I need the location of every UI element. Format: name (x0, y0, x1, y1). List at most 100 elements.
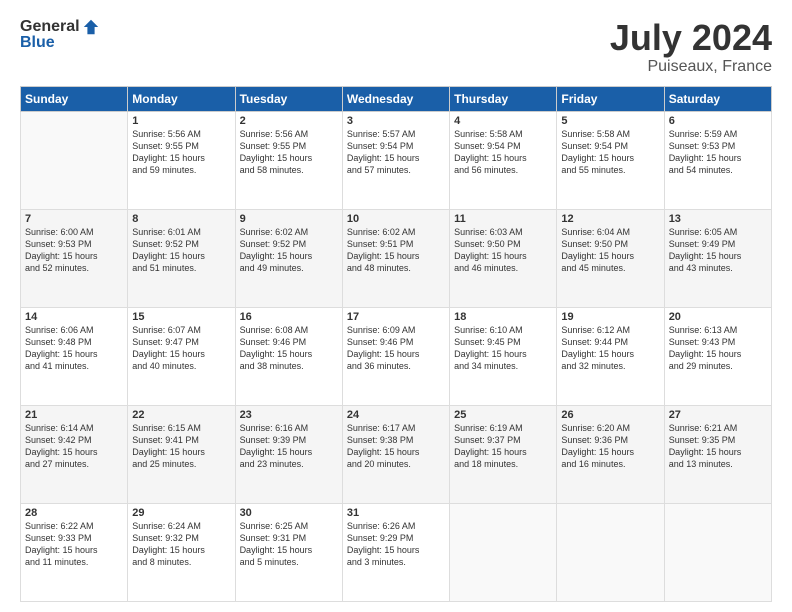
calendar-day-header: Sunday (21, 86, 128, 111)
day-number: 10 (347, 213, 445, 225)
calendar-cell: 6Sunrise: 5:59 AM Sunset: 9:53 PM Daylig… (664, 111, 771, 209)
day-info: Sunrise: 6:21 AM Sunset: 9:35 PM Dayligh… (669, 422, 767, 471)
day-info: Sunrise: 5:58 AM Sunset: 9:54 PM Dayligh… (561, 128, 659, 177)
day-number: 1 (132, 115, 230, 127)
calendar-cell: 3Sunrise: 5:57 AM Sunset: 9:54 PM Daylig… (342, 111, 449, 209)
day-info: Sunrise: 6:09 AM Sunset: 9:46 PM Dayligh… (347, 324, 445, 373)
day-number: 9 (240, 213, 338, 225)
day-number: 12 (561, 213, 659, 225)
calendar-cell: 26Sunrise: 6:20 AM Sunset: 9:36 PM Dayli… (557, 405, 664, 503)
calendar-day-header: Monday (128, 86, 235, 111)
calendar-cell: 20Sunrise: 6:13 AM Sunset: 9:43 PM Dayli… (664, 307, 771, 405)
day-number: 27 (669, 409, 767, 421)
calendar-cell: 21Sunrise: 6:14 AM Sunset: 9:42 PM Dayli… (21, 405, 128, 503)
calendar-cell: 16Sunrise: 6:08 AM Sunset: 9:46 PM Dayli… (235, 307, 342, 405)
day-info: Sunrise: 6:13 AM Sunset: 9:43 PM Dayligh… (669, 324, 767, 373)
day-number: 30 (240, 507, 338, 519)
calendar-cell (664, 503, 771, 601)
calendar-cell: 2Sunrise: 5:56 AM Sunset: 9:55 PM Daylig… (235, 111, 342, 209)
calendar-cell: 23Sunrise: 6:16 AM Sunset: 9:39 PM Dayli… (235, 405, 342, 503)
day-info: Sunrise: 6:03 AM Sunset: 9:50 PM Dayligh… (454, 226, 552, 275)
calendar-cell: 13Sunrise: 6:05 AM Sunset: 9:49 PM Dayli… (664, 209, 771, 307)
calendar-week-row: 28Sunrise: 6:22 AM Sunset: 9:33 PM Dayli… (21, 503, 772, 601)
calendar-table: SundayMondayTuesdayWednesdayThursdayFrid… (20, 86, 772, 602)
day-info: Sunrise: 6:06 AM Sunset: 9:48 PM Dayligh… (25, 324, 123, 373)
calendar-week-row: 21Sunrise: 6:14 AM Sunset: 9:42 PM Dayli… (21, 405, 772, 503)
day-number: 20 (669, 311, 767, 323)
calendar-cell: 22Sunrise: 6:15 AM Sunset: 9:41 PM Dayli… (128, 405, 235, 503)
calendar-cell (450, 503, 557, 601)
day-info: Sunrise: 5:59 AM Sunset: 9:53 PM Dayligh… (669, 128, 767, 177)
day-info: Sunrise: 6:15 AM Sunset: 9:41 PM Dayligh… (132, 422, 230, 471)
calendar-cell: 31Sunrise: 6:26 AM Sunset: 9:29 PM Dayli… (342, 503, 449, 601)
calendar-cell: 24Sunrise: 6:17 AM Sunset: 9:38 PM Dayli… (342, 405, 449, 503)
calendar-cell: 25Sunrise: 6:19 AM Sunset: 9:37 PM Dayli… (450, 405, 557, 503)
day-number: 17 (347, 311, 445, 323)
calendar-cell: 12Sunrise: 6:04 AM Sunset: 9:50 PM Dayli… (557, 209, 664, 307)
day-info: Sunrise: 6:01 AM Sunset: 9:52 PM Dayligh… (132, 226, 230, 275)
day-number: 31 (347, 507, 445, 519)
day-info: Sunrise: 6:00 AM Sunset: 9:53 PM Dayligh… (25, 226, 123, 275)
calendar-cell: 8Sunrise: 6:01 AM Sunset: 9:52 PM Daylig… (128, 209, 235, 307)
day-info: Sunrise: 5:56 AM Sunset: 9:55 PM Dayligh… (132, 128, 230, 177)
day-number: 8 (132, 213, 230, 225)
day-number: 22 (132, 409, 230, 421)
day-info: Sunrise: 6:25 AM Sunset: 9:31 PM Dayligh… (240, 520, 338, 569)
day-number: 29 (132, 507, 230, 519)
day-info: Sunrise: 5:57 AM Sunset: 9:54 PM Dayligh… (347, 128, 445, 177)
calendar-cell: 9Sunrise: 6:02 AM Sunset: 9:52 PM Daylig… (235, 209, 342, 307)
calendar-cell: 5Sunrise: 5:58 AM Sunset: 9:54 PM Daylig… (557, 111, 664, 209)
calendar-day-header: Tuesday (235, 86, 342, 111)
day-number: 14 (25, 311, 123, 323)
main-title: July 2024 (610, 18, 772, 58)
calendar-cell: 11Sunrise: 6:03 AM Sunset: 9:50 PM Dayli… (450, 209, 557, 307)
day-number: 15 (132, 311, 230, 323)
calendar-day-header: Thursday (450, 86, 557, 111)
day-info: Sunrise: 6:24 AM Sunset: 9:32 PM Dayligh… (132, 520, 230, 569)
day-info: Sunrise: 5:58 AM Sunset: 9:54 PM Dayligh… (454, 128, 552, 177)
day-info: Sunrise: 6:10 AM Sunset: 9:45 PM Dayligh… (454, 324, 552, 373)
calendar-week-row: 14Sunrise: 6:06 AM Sunset: 9:48 PM Dayli… (21, 307, 772, 405)
day-number: 25 (454, 409, 552, 421)
day-info: Sunrise: 6:22 AM Sunset: 9:33 PM Dayligh… (25, 520, 123, 569)
day-info: Sunrise: 6:02 AM Sunset: 9:52 PM Dayligh… (240, 226, 338, 275)
calendar-day-header: Friday (557, 86, 664, 111)
calendar-cell: 28Sunrise: 6:22 AM Sunset: 9:33 PM Dayli… (21, 503, 128, 601)
day-number: 3 (347, 115, 445, 127)
calendar-cell: 14Sunrise: 6:06 AM Sunset: 9:48 PM Dayli… (21, 307, 128, 405)
day-info: Sunrise: 6:04 AM Sunset: 9:50 PM Dayligh… (561, 226, 659, 275)
day-info: Sunrise: 6:02 AM Sunset: 9:51 PM Dayligh… (347, 226, 445, 275)
day-number: 16 (240, 311, 338, 323)
day-number: 2 (240, 115, 338, 127)
subtitle: Puiseaux, France (610, 58, 772, 76)
calendar-cell: 4Sunrise: 5:58 AM Sunset: 9:54 PM Daylig… (450, 111, 557, 209)
day-info: Sunrise: 5:56 AM Sunset: 9:55 PM Dayligh… (240, 128, 338, 177)
calendar-cell: 29Sunrise: 6:24 AM Sunset: 9:32 PM Dayli… (128, 503, 235, 601)
calendar-week-row: 7Sunrise: 6:00 AM Sunset: 9:53 PM Daylig… (21, 209, 772, 307)
day-number: 4 (454, 115, 552, 127)
calendar-cell: 17Sunrise: 6:09 AM Sunset: 9:46 PM Dayli… (342, 307, 449, 405)
day-info: Sunrise: 6:16 AM Sunset: 9:39 PM Dayligh… (240, 422, 338, 471)
day-number: 23 (240, 409, 338, 421)
calendar-week-row: 1Sunrise: 5:56 AM Sunset: 9:55 PM Daylig… (21, 111, 772, 209)
calendar-cell: 30Sunrise: 6:25 AM Sunset: 9:31 PM Dayli… (235, 503, 342, 601)
day-info: Sunrise: 6:17 AM Sunset: 9:38 PM Dayligh… (347, 422, 445, 471)
day-number: 21 (25, 409, 123, 421)
calendar-day-header: Wednesday (342, 86, 449, 111)
day-number: 28 (25, 507, 123, 519)
day-number: 13 (669, 213, 767, 225)
day-info: Sunrise: 6:20 AM Sunset: 9:36 PM Dayligh… (561, 422, 659, 471)
calendar-cell: 1Sunrise: 5:56 AM Sunset: 9:55 PM Daylig… (128, 111, 235, 209)
day-number: 6 (669, 115, 767, 127)
title-block: July 2024 Puiseaux, France (610, 18, 772, 76)
day-info: Sunrise: 6:19 AM Sunset: 9:37 PM Dayligh… (454, 422, 552, 471)
day-number: 7 (25, 213, 123, 225)
day-info: Sunrise: 6:05 AM Sunset: 9:49 PM Dayligh… (669, 226, 767, 275)
calendar-cell: 7Sunrise: 6:00 AM Sunset: 9:53 PM Daylig… (21, 209, 128, 307)
calendar-header-row: SundayMondayTuesdayWednesdayThursdayFrid… (21, 86, 772, 111)
page: General Blue July 2024 Puiseaux, France … (0, 0, 792, 612)
day-number: 26 (561, 409, 659, 421)
header: General Blue July 2024 Puiseaux, France (20, 18, 772, 76)
logo: General Blue (20, 18, 100, 52)
calendar-cell: 19Sunrise: 6:12 AM Sunset: 9:44 PM Dayli… (557, 307, 664, 405)
